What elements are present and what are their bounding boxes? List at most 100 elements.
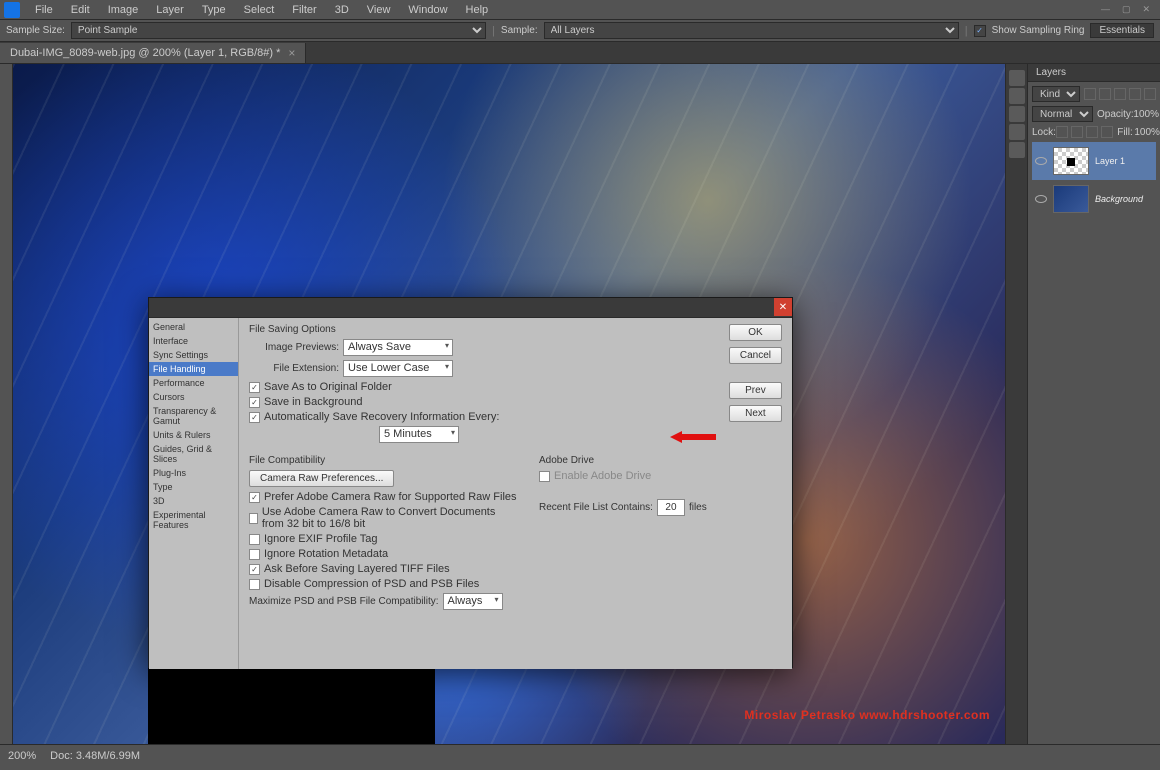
- visibility-icon[interactable]: [1035, 157, 1047, 165]
- menubar: FileEditImageLayerTypeSelectFilter3DView…: [0, 0, 1160, 20]
- pref-nav--d[interactable]: 3D: [149, 494, 238, 508]
- pref-nav-general[interactable]: General: [149, 320, 238, 334]
- layer-row[interactable]: Layer 1: [1032, 142, 1156, 180]
- cancel-button[interactable]: Cancel: [729, 347, 782, 364]
- recent-count-input[interactable]: [657, 499, 685, 516]
- auto-recover-interval-select[interactable]: 5 Minutes: [379, 426, 459, 443]
- pref-nav-plug-ins[interactable]: Plug-Ins: [149, 466, 238, 480]
- close-icon[interactable]: ×: [288, 46, 295, 60]
- menu-select[interactable]: Select: [235, 2, 284, 18]
- layer-filter-select[interactable]: Kind: [1032, 86, 1080, 102]
- ignore-exif-checkbox[interactable]: [249, 534, 260, 545]
- ok-button[interactable]: OK: [729, 324, 782, 341]
- menu-layer[interactable]: Layer: [147, 2, 193, 18]
- ask-tiff-checkbox[interactable]: ✓: [249, 564, 260, 575]
- panel-dock[interactable]: [1005, 64, 1027, 744]
- workspace-switcher[interactable]: Essentials: [1090, 23, 1154, 38]
- prefer-acr-checkbox[interactable]: ✓: [249, 492, 260, 503]
- layer-thumbnail[interactable]: [1053, 147, 1089, 175]
- menu-window[interactable]: Window: [399, 2, 456, 18]
- actions-icon[interactable]: [1009, 88, 1025, 104]
- pref-nav-type[interactable]: Type: [149, 480, 238, 494]
- lock-position-icon[interactable]: [1086, 126, 1098, 138]
- lock-all-icon[interactable]: [1101, 126, 1113, 138]
- layer-name[interactable]: Background: [1095, 194, 1143, 204]
- pref-nav-interface[interactable]: Interface: [149, 334, 238, 348]
- pref-nav-performance[interactable]: Performance: [149, 376, 238, 390]
- ignore-rot-label: Ignore Rotation Metadata: [264, 548, 388, 560]
- menu-edit[interactable]: Edit: [62, 2, 99, 18]
- window-controls[interactable]: — ▢ ✕: [1101, 4, 1156, 15]
- sample-select[interactable]: All Layers: [544, 22, 959, 39]
- auto-recover-checkbox[interactable]: ✓: [249, 412, 260, 423]
- ignore-rot-checkbox[interactable]: [249, 549, 260, 560]
- close-icon[interactable]: ✕: [1142, 4, 1150, 15]
- sampling-ring-check[interactable]: ✓: [974, 25, 986, 37]
- toolbar[interactable]: [0, 64, 13, 744]
- document-tab-label: Dubai-IMG_8089-web.jpg @ 200% (Layer 1, …: [10, 47, 280, 59]
- layers-tab[interactable]: Layers: [1028, 64, 1160, 82]
- menu-image[interactable]: Image: [99, 2, 148, 18]
- filter-smart-icon[interactable]: [1144, 88, 1156, 100]
- acr-convert-label: Use Adobe Camera Raw to Convert Document…: [262, 506, 519, 530]
- acr-convert-checkbox[interactable]: [249, 513, 258, 524]
- filter-type-icon[interactable]: [1114, 88, 1126, 100]
- ask-tiff-label: Ask Before Saving Layered TIFF Files: [264, 563, 450, 575]
- styles-icon[interactable]: [1009, 142, 1025, 158]
- max-compat-label: Maximize PSD and PSB File Compatibility:: [249, 596, 439, 607]
- dialog-titlebar[interactable]: ✕: [149, 298, 792, 318]
- pref-nav-guides-grid-slices[interactable]: Guides, Grid & Slices: [149, 442, 238, 466]
- prefer-acr-label: Prefer Adobe Camera Raw for Supported Ra…: [264, 491, 517, 503]
- blend-mode-select[interactable]: Normal: [1032, 106, 1093, 122]
- properties-icon[interactable]: [1009, 106, 1025, 122]
- maximize-icon[interactable]: ▢: [1122, 4, 1131, 15]
- canvas[interactable]: Miroslav Petrasko www.hdrshooter.com ✕ G…: [13, 64, 1005, 744]
- pref-nav-cursors[interactable]: Cursors: [149, 390, 238, 404]
- adjustments-icon[interactable]: [1009, 124, 1025, 140]
- layers-panel: Layers Kind Normal Opacity: 100% Lock:: [1027, 64, 1160, 744]
- camera-raw-prefs-button[interactable]: Camera Raw Preferences...: [249, 470, 394, 487]
- dialog-close-button[interactable]: ✕: [774, 298, 792, 316]
- lock-image-icon[interactable]: [1071, 126, 1083, 138]
- pref-nav-units-rulers[interactable]: Units & Rulers: [149, 428, 238, 442]
- preferences-content: OK Cancel Prev Next File Saving Options …: [239, 318, 792, 669]
- menu-view[interactable]: View: [358, 2, 400, 18]
- prev-button[interactable]: Prev: [729, 382, 782, 399]
- opacity-label: Opacity:: [1097, 109, 1129, 120]
- pref-nav-experimental-features[interactable]: Experimental Features: [149, 508, 238, 532]
- lock-transparent-icon[interactable]: [1056, 126, 1068, 138]
- visibility-icon[interactable]: [1035, 195, 1047, 203]
- pref-nav-transparency-gamut[interactable]: Transparency & Gamut: [149, 404, 238, 428]
- menu-3d[interactable]: 3D: [326, 2, 358, 18]
- next-button[interactable]: Next: [729, 405, 782, 422]
- filter-adjust-icon[interactable]: [1099, 88, 1111, 100]
- sampling-ring-label: Show Sampling Ring: [992, 25, 1085, 36]
- history-icon[interactable]: [1009, 70, 1025, 86]
- pref-nav-file-handling[interactable]: File Handling: [149, 362, 238, 376]
- opacity-value[interactable]: 100%: [1133, 109, 1156, 120]
- image-previews-select[interactable]: Always Save: [343, 339, 453, 356]
- fill-value[interactable]: 100%: [1134, 127, 1156, 138]
- minimize-icon[interactable]: —: [1101, 4, 1110, 15]
- pref-nav-sync-settings[interactable]: Sync Settings: [149, 348, 238, 362]
- filter-pixel-icon[interactable]: [1084, 88, 1096, 100]
- doc-size[interactable]: Doc: 3.48M/6.99M: [50, 750, 140, 762]
- layer-row[interactable]: Background: [1032, 180, 1156, 218]
- save-bg-checkbox[interactable]: ✓: [249, 397, 260, 408]
- save-orig-label: Save As to Original Folder: [264, 381, 392, 393]
- menu-help[interactable]: Help: [457, 2, 498, 18]
- layer-name[interactable]: Layer 1: [1095, 156, 1125, 166]
- max-compat-select[interactable]: Always: [443, 593, 503, 610]
- menu-filter[interactable]: Filter: [283, 2, 325, 18]
- save-orig-checkbox[interactable]: ✓: [249, 382, 260, 393]
- layer-thumbnail[interactable]: [1053, 185, 1089, 213]
- filter-shape-icon[interactable]: [1129, 88, 1141, 100]
- zoom-level[interactable]: 200%: [8, 750, 36, 762]
- menu-type[interactable]: Type: [193, 2, 235, 18]
- menu-file[interactable]: File: [26, 2, 62, 18]
- sample-size-select[interactable]: Point Sample: [71, 22, 486, 39]
- document-tab[interactable]: Dubai-IMG_8089-web.jpg @ 200% (Layer 1, …: [0, 43, 306, 63]
- file-ext-select[interactable]: Use Lower Case: [343, 360, 453, 377]
- dialog-buttons: OK Cancel Prev Next: [729, 324, 782, 422]
- disable-comp-checkbox[interactable]: [249, 579, 260, 590]
